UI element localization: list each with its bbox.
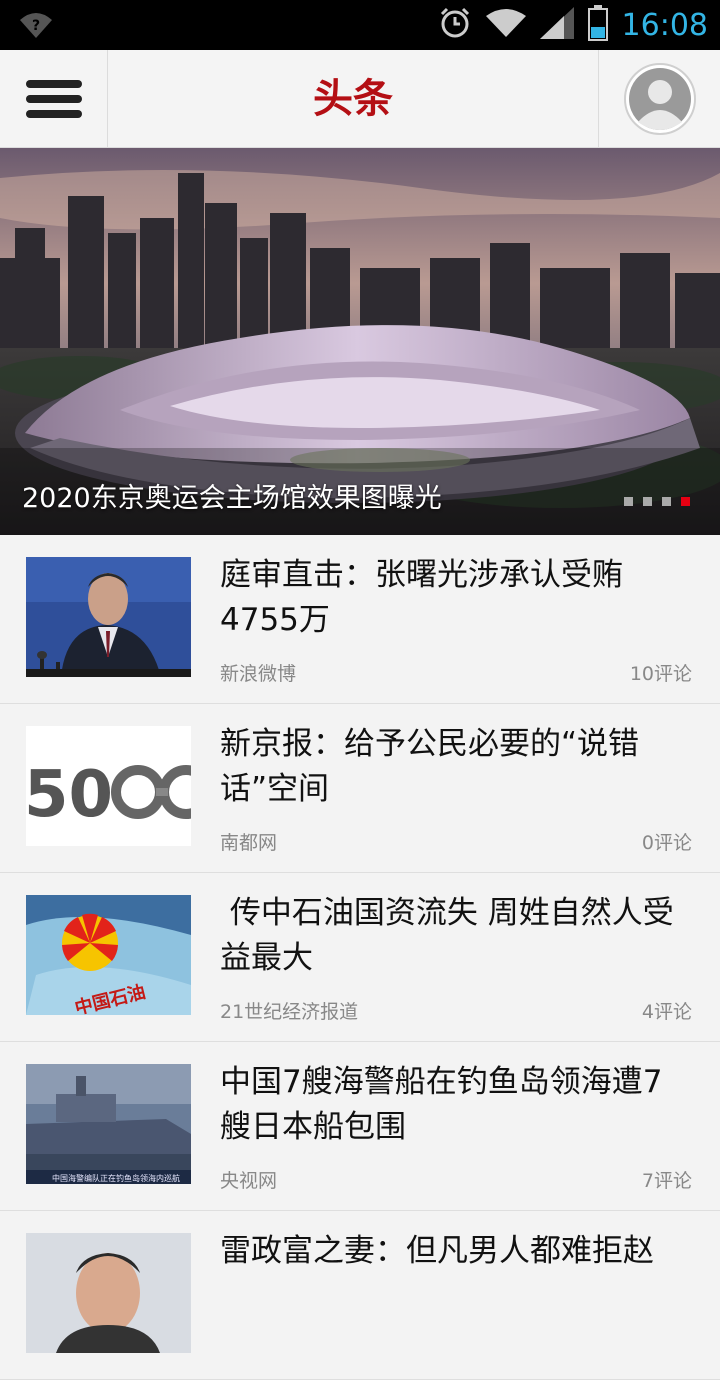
news-item[interactable]: 中国石油 传中石油国资流失 周姓自然人受益最大 21世纪经济报道 4评论 <box>0 873 720 1042</box>
comment-count: 7评论 <box>641 1170 692 1192</box>
news-source: 南都网 <box>220 832 278 854</box>
wifi-icon <box>485 8 526 42</box>
status-bar: ? 16:08 <box>0 0 720 50</box>
news-thumbnail <box>26 557 191 677</box>
news-title: 雷政富之妻：但凡男人都难拒赵 <box>220 1233 654 1269</box>
comment-count: 0评论 <box>641 832 692 854</box>
thumb-number-text: 50 <box>26 758 113 832</box>
news-title: 新京报：给予公民必要的“说错话”空间 <box>220 726 640 807</box>
user-avatar-icon <box>623 63 696 135</box>
alarm-icon <box>438 6 472 44</box>
svg-text:?: ? <box>32 18 40 34</box>
news-source: 21世纪经济报道 <box>220 1001 359 1023</box>
carousel-dot <box>643 497 652 506</box>
news-title: 传中石油国资流失 周姓自然人受益最大 <box>220 895 674 976</box>
hero-carousel[interactable]: 2020东京奥运会主场馆效果图曝光 <box>0 148 720 535</box>
news-thumbnail: 50 <box>26 726 191 846</box>
news-item[interactable]: 50 新京报：给予公民必要的“说错话”空间 南都网 0评论 <box>0 704 720 873</box>
news-thumbnail <box>26 1233 191 1353</box>
news-source: 央视网 <box>220 1170 278 1192</box>
wifi-unknown-icon: ? <box>18 10 54 44</box>
news-source: 新浪微博 <box>220 663 297 685</box>
news-item[interactable]: 庭审直击：张曙光涉承认受贿4755万 新浪微博 10评论 <box>0 535 720 704</box>
signal-icon <box>539 7 574 43</box>
thumb-caption-text: 中国海警编队正在钓鱼岛领海内巡航 <box>52 1173 180 1183</box>
page-title: 头条 <box>313 76 393 122</box>
comment-count: 10评论 <box>629 663 692 685</box>
news-thumbnail: 中国石油 <box>26 895 191 1015</box>
carousel-dot <box>662 497 671 506</box>
user-avatar-button[interactable] <box>598 50 720 148</box>
news-title: 庭审直击：张曙光涉承认受贿4755万 <box>220 557 623 638</box>
hamburger-menu-icon <box>25 80 82 118</box>
battery-icon <box>587 5 608 45</box>
news-thumbnail: 中国海警编队正在钓鱼岛领海内巡航 <box>26 1064 191 1184</box>
news-item[interactable]: 中国海警编队正在钓鱼岛领海内巡航 中国7艘海警船在钓鱼岛领海遭7艘日本船包围 央… <box>0 1042 720 1211</box>
news-title: 中国7艘海警船在钓鱼岛领海遭7艘日本船包围 <box>220 1064 663 1145</box>
hero-caption: 2020东京奥运会主场馆效果图曝光 <box>22 483 442 514</box>
carousel-dot-active <box>681 497 690 506</box>
news-list: 庭审直击：张曙光涉承认受贿4755万 新浪微博 10评论 50 新京报：给予公民… <box>0 535 720 1380</box>
status-time: 16:08 <box>621 7 708 43</box>
carousel-indicator <box>624 497 690 506</box>
carousel-dot <box>624 497 633 506</box>
comment-count: 4评论 <box>641 1001 692 1023</box>
news-item[interactable]: 雷政富之妻：但凡男人都难拒赵 <box>0 1211 720 1380</box>
top-app-bar: 头条 <box>0 50 720 148</box>
menu-button[interactable] <box>0 50 108 148</box>
